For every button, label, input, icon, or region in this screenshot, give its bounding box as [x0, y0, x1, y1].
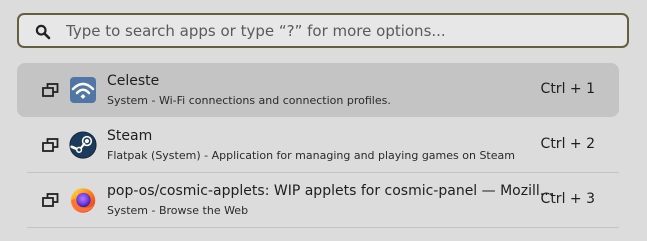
result-shortcut: Ctrl + 3	[540, 191, 595, 207]
result-title: pop-os/cosmic-applets: WIP applets for c…	[107, 183, 554, 199]
result-description: System - Wi-Fi connections and connectio…	[107, 94, 391, 107]
firefox-icon	[70, 188, 96, 213]
wifi-app-icon	[70, 77, 96, 103]
window-icon	[42, 83, 59, 97]
result-title: Celeste	[107, 73, 160, 89]
window-icon	[42, 193, 59, 207]
row-divider	[27, 227, 619, 228]
result-shortcut: Ctrl + 2	[540, 136, 595, 152]
result-title: Steam	[107, 128, 153, 144]
search-input[interactable]	[66, 15, 617, 46]
window-icon	[42, 138, 59, 152]
result-item-firefox[interactable]: pop-os/cosmic-applets: WIP applets for c…	[17, 173, 619, 228]
result-item-celeste[interactable]: Celeste System - Wi-Fi connections and c…	[17, 63, 619, 117]
result-description: Flatpak (System) - Application for manag…	[107, 149, 515, 162]
results-list: Celeste System - Wi-Fi connections and c…	[17, 63, 619, 228]
result-shortcut: Ctrl + 1	[540, 81, 595, 97]
steam-icon	[69, 131, 97, 159]
search-icon	[35, 24, 51, 40]
search-bar[interactable]	[17, 13, 629, 48]
result-item-steam[interactable]: Steam Flatpak (System) - Application for…	[17, 118, 619, 173]
result-description: System - Browse the Web	[107, 204, 249, 217]
